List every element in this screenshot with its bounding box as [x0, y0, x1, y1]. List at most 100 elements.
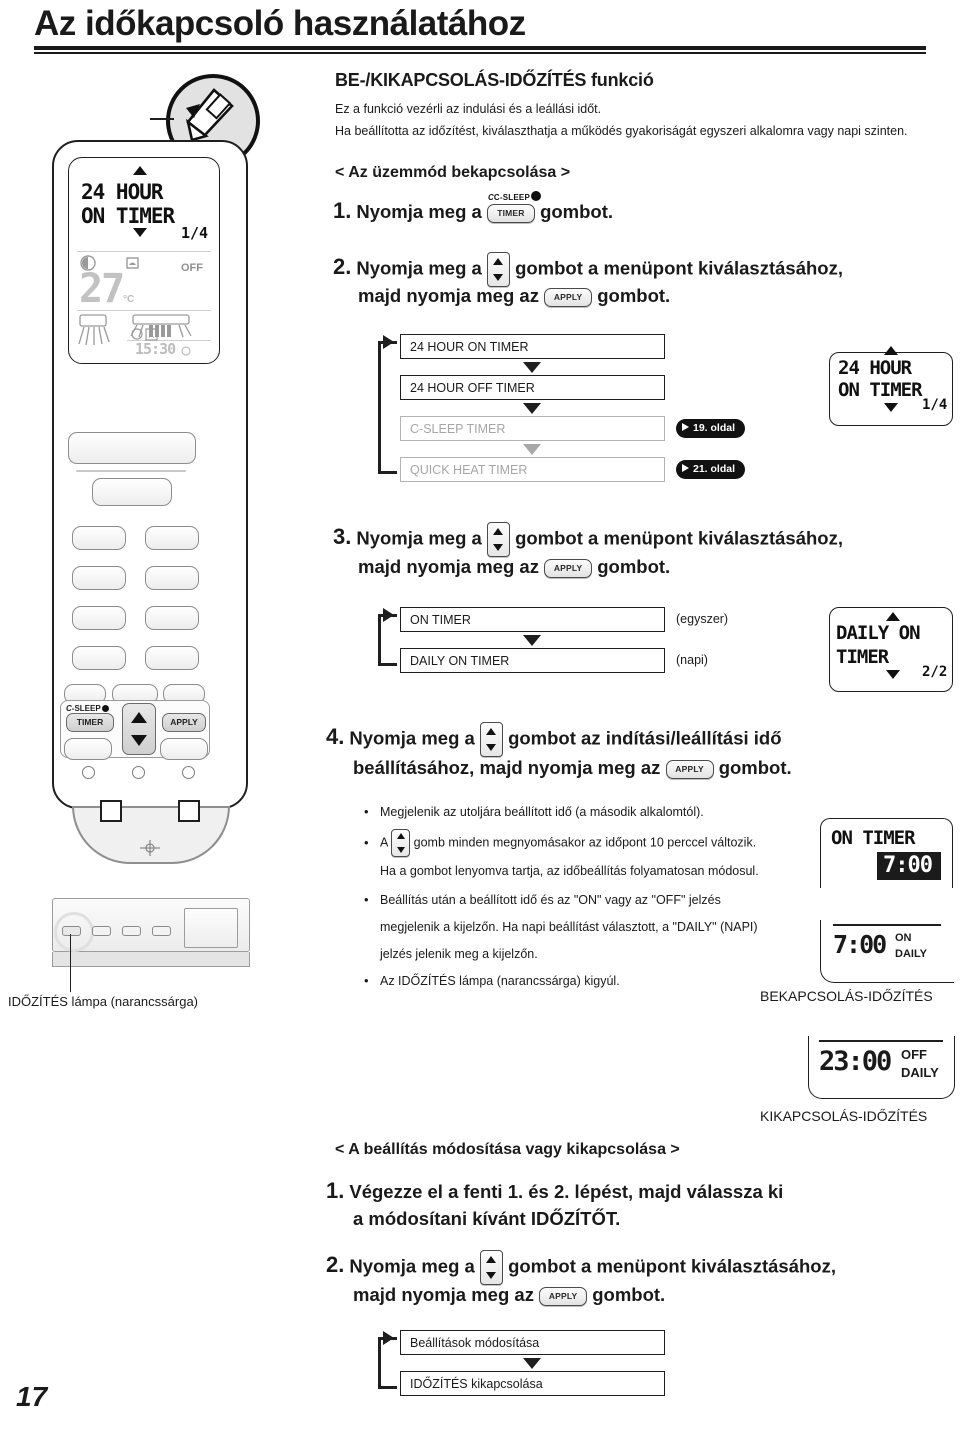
remote-rocker-key[interactable]: [122, 703, 156, 755]
flow1-arrow-1: [523, 403, 541, 414]
step-1-number: 1.: [333, 198, 352, 223]
lamp-3: [122, 926, 141, 936]
flow2-item-1: DAILY ON TIMER: [400, 648, 665, 673]
note-prefix-a: A: [380, 835, 388, 850]
updown-rocker-glyph-m2[interactable]: [479, 1250, 503, 1285]
lcd-divider-1: [77, 251, 211, 253]
remote-button-r1c1[interactable]: [72, 526, 126, 550]
step-4: 4. Nyomja meg a gombot az indítási/leállí…: [326, 722, 782, 757]
lcd-on-daily-rule: [833, 924, 941, 926]
lcd2-line2: ON TIMER: [838, 379, 923, 401]
step-4-number: 4.: [326, 724, 345, 750]
header-rule-thin: [34, 52, 926, 54]
remote-button-r4c2[interactable]: [145, 646, 199, 670]
note-3-text: Beállítás után a beállított idő és az "O…: [380, 893, 721, 907]
remote-button-r3c1[interactable]: [72, 606, 126, 630]
note-1: • A gomb minden megnyomásakor az időpont …: [364, 829, 756, 857]
remote-lcd-page: 1/4: [181, 224, 209, 242]
lcd-panel-on-timer: ON TIMER 7:00: [820, 818, 953, 888]
note-4: megjelenik a kijelzőn. Ha napi beállítás…: [380, 917, 758, 937]
remote-button-r2c2[interactable]: [145, 566, 199, 590]
modify-step-1-line2: a módosítani kívánt IDŐZÍTŐT.: [353, 1208, 620, 1230]
down-arrow-icon-m2: [486, 1272, 497, 1279]
lcd-on-timer-value-box: 7:00: [877, 852, 941, 880]
modify-step-2-number: 2.: [326, 1252, 345, 1278]
csleep-text: -SLEEP: [71, 704, 101, 713]
flow1-pageref-3[interactable]: 21. oldal: [676, 460, 746, 479]
down-arrow-icon-3: [493, 544, 504, 551]
remote-apply-key[interactable]: APPLY: [162, 713, 206, 732]
remote-button-power[interactable]: [68, 432, 196, 464]
lcd3-line1: DAILY ON: [836, 622, 921, 644]
pageref-triangle-icon-2: [682, 464, 689, 472]
lcd3-page: 2/2: [922, 664, 948, 680]
flow2-note-1: (napi): [676, 653, 708, 667]
remote-lcd-line2: ON TIMER: [81, 204, 175, 228]
apply-button-glyph-3[interactable]: APPLY: [544, 558, 593, 578]
lcd-on-daily-mark2: DAILY: [895, 948, 927, 960]
updown-rocker-glyph-note[interactable]: [391, 829, 411, 857]
step-2-text-a: Nyomja meg a: [356, 257, 482, 279]
modify-step-1-number: 1.: [326, 1178, 345, 1203]
step-4-line2: beállításához, majd nyomja meg az APPLY …: [353, 757, 792, 779]
remote-button-mode[interactable]: [92, 478, 172, 506]
csleep-word-glyph: C-SLEEP: [493, 192, 530, 202]
updown-rocker-glyph-4[interactable]: [479, 722, 503, 757]
step-4-text-a: Nyomja meg a: [349, 727, 475, 749]
flow2-note-0: (egyszer): [676, 612, 729, 626]
remote-button-r7c1[interactable]: [64, 738, 112, 760]
updown-rocker-glyph-2[interactable]: [486, 252, 510, 287]
lcd-panel-step2: 24 HOUR ON TIMER 1/4: [829, 346, 953, 426]
flow3-arrow-0: [523, 1358, 541, 1369]
remote-lcd-off-mark: OFF: [181, 262, 203, 274]
timer-button-glyph[interactable]: CC-SLEEP TIMER: [486, 190, 541, 223]
note-6: • Az IDŐZÍTÉS lámpa (narancssárga) kigyúl…: [364, 971, 620, 991]
note-3: • Beállítás után a beállított idő és az "…: [364, 890, 721, 910]
flow1-hook: [378, 341, 397, 474]
remote-indicator-center: [132, 766, 145, 779]
lcd-up-arrow-icon: [133, 166, 147, 175]
lcd2-up-arrow-icon: [884, 346, 898, 355]
flow2-item-0: ON TIMER: [400, 607, 665, 632]
flow1-item-2: C-SLEEP TIMER: [400, 416, 665, 441]
remote-button-r3c2[interactable]: [145, 606, 199, 630]
header-rule-thick: [34, 46, 926, 50]
remote-button-r2c1[interactable]: [72, 566, 126, 590]
updown-rocker-glyph-3[interactable]: [486, 522, 510, 557]
lcd2-down-arrow-icon: [884, 403, 898, 412]
modify-step-2-text-d: gombot.: [592, 1284, 666, 1305]
remote-csleep-label: C-SLEEP: [66, 704, 109, 713]
note-6-text: Az IDŐZÍTÉS lámpa (narancssárga) kigyúl.: [380, 974, 620, 988]
svg-text:A: A: [149, 331, 155, 340]
remote-button-r7c3[interactable]: [160, 738, 208, 760]
down-arrow-icon: [493, 274, 504, 281]
flow1-item-0: 24 HOUR ON TIMER: [400, 334, 665, 359]
remote-lcd-clock: 15:30: [135, 340, 176, 358]
apply-button-glyph-m2[interactable]: APPLY: [539, 1286, 588, 1306]
modify-step-1-text-a: Végezze el a fenti 1. és 2. lépést, majd…: [349, 1181, 784, 1202]
step-2-text-b: gombot a menüpont kiválasztásához,: [515, 257, 843, 279]
flow1-pageref-2[interactable]: 19. oldal: [676, 419, 746, 438]
intro-line-1: Ez a funkció vezérli az indulási és a le…: [335, 102, 602, 116]
apply-button-glyph-4[interactable]: APPLY: [665, 759, 714, 779]
lcd-off-daily-mark2: DAILY: [901, 1065, 939, 1080]
modify-step-2-text-a: Nyomja meg a: [349, 1255, 475, 1277]
remote-indicator-right: [182, 766, 195, 779]
modify-step-2-line2: majd nyomja meg az APPLY gombot.: [353, 1284, 665, 1306]
flow1-item-3: QUICK HEAT TIMER: [400, 457, 665, 482]
remote-button-r4c1[interactable]: [72, 646, 126, 670]
lcd-off-daily-mark1: OFF: [901, 1047, 927, 1062]
bullet-dot-1: •: [364, 835, 369, 850]
mode-icon: [126, 257, 139, 269]
up-arrow-icon: [493, 258, 504, 265]
step-4-text-d: gombot.: [718, 757, 792, 778]
remote-timer-key[interactable]: TIMER: [66, 713, 114, 732]
flow3-item-1: IDŐZÍTÉS kikapcsolása: [400, 1371, 665, 1396]
remote-button-r1c2[interactable]: [145, 526, 199, 550]
step-4-text-b: gombot az indítási/leállítási idő: [508, 727, 782, 749]
note-2: Ha a gombot lenyomva tartja, az időbeáll…: [380, 861, 759, 881]
page-number: 17: [16, 1381, 48, 1412]
lcd-divider-2: [77, 310, 211, 312]
apply-button-glyph-2[interactable]: APPLY: [544, 287, 593, 307]
bullet-dot-3: •: [364, 892, 369, 907]
